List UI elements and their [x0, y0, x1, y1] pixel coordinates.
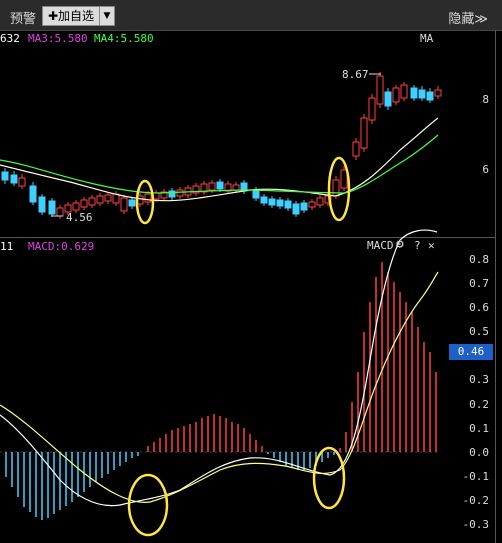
- candle-body: [434, 89, 442, 97]
- candle-body: [38, 196, 46, 213]
- candle-body: [268, 198, 276, 206]
- candle-body: [1, 171, 9, 181]
- candlestick-series: [1, 72, 442, 219]
- candle-body: [72, 202, 80, 211]
- candle-body: [368, 97, 376, 121]
- price-axis-tick: 6: [482, 163, 489, 176]
- candle-body: [56, 207, 64, 217]
- candle-body: [410, 87, 418, 99]
- macd-axis-tick: -0.2: [462, 494, 490, 507]
- candle-body: [120, 197, 128, 212]
- candle-body: [176, 189, 184, 197]
- highlight-circle: [127, 473, 169, 537]
- candle-body: [300, 202, 308, 211]
- candle-body: [10, 174, 18, 184]
- macd-axis-tick: 0.3: [469, 373, 489, 386]
- price-high-label: 8.67: [342, 68, 369, 81]
- price-low-label: 4.56: [66, 211, 93, 224]
- macd-legend: MACD:0.629: [28, 240, 95, 253]
- gear-icon[interactable]: ⚙: [396, 237, 404, 252]
- candle-body: [316, 197, 324, 206]
- candle-body: [252, 189, 260, 199]
- highlight-circle: [312, 446, 346, 510]
- candle-body: [284, 200, 292, 209]
- candle-body: [308, 201, 316, 208]
- macd-axis-tick: 0.2: [469, 398, 489, 411]
- candle-body: [384, 91, 392, 107]
- ma-corner-label: MA: [420, 32, 434, 45]
- candle-body: [18, 177, 26, 187]
- ma3-legend: MA3:5.580: [28, 32, 88, 45]
- candle-body: [216, 181, 224, 190]
- macd-axis-tick: 0.5: [469, 325, 489, 338]
- candle-body: [208, 182, 216, 191]
- ma-legend-value: 632: [0, 32, 20, 45]
- chart-canvas: [0, 72, 496, 537]
- candle-body: [88, 197, 96, 206]
- right-scroll-strip: [495, 30, 502, 543]
- candle-body: [392, 87, 400, 103]
- candle-body: [276, 199, 284, 207]
- candle-body: [144, 193, 152, 203]
- candle-body: [418, 89, 426, 99]
- candle-body: [292, 203, 300, 215]
- help-icon[interactable]: ?: [414, 239, 421, 252]
- macd-axis-tick: 0.6: [469, 301, 489, 314]
- candle-body: [332, 179, 340, 197]
- candle-body: [340, 169, 348, 189]
- macd-axis-tick: -0.1: [462, 470, 490, 483]
- price-axis-tick: 8: [482, 93, 489, 106]
- close-icon[interactable]: ✕: [428, 239, 435, 252]
- macd-axis-tick: 0.1: [469, 422, 489, 435]
- macd-axis-tick: 0.7: [469, 277, 489, 290]
- ma4-legend: MA4:5.580: [94, 32, 154, 45]
- candle-body: [352, 141, 360, 157]
- macd-axis-tick: 0.0: [469, 446, 489, 459]
- macd-title: MACD: [367, 239, 394, 252]
- candle-body: [376, 75, 384, 105]
- candle-body: [400, 84, 408, 99]
- candle-body: [260, 196, 268, 204]
- macd-histogram: [5, 262, 437, 520]
- macd-axis-tick: 0.8: [469, 253, 489, 266]
- candle-body: [29, 185, 37, 203]
- candle-body: [96, 195, 104, 204]
- candle-body: [48, 200, 56, 215]
- macd-legend-value: 11: [0, 240, 14, 253]
- candle-body: [104, 194, 112, 202]
- candle-body: [128, 199, 136, 207]
- candle-body: [360, 117, 368, 149]
- candle-body: [80, 199, 88, 208]
- candle-body: [232, 184, 240, 191]
- macd-axis-tick: -0.3: [462, 518, 490, 531]
- current-value-badge: 0.46: [449, 344, 493, 360]
- candle-body: [426, 91, 434, 101]
